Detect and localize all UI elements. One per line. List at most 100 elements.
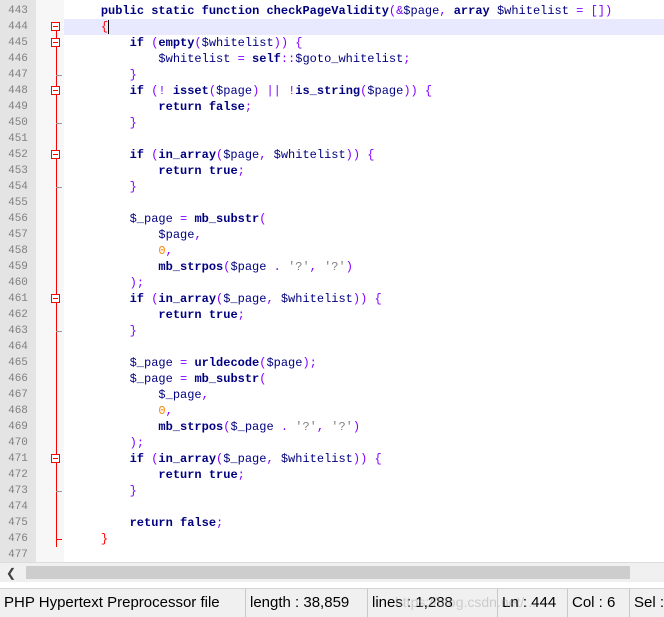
code-line[interactable]: 468 0, [0,403,664,419]
code-text-area[interactable] [64,195,664,211]
code-line[interactable]: 469 mb_strpos($_page . '?', '?') [0,419,664,435]
code-line[interactable]: 474 [0,499,664,515]
code-text-area[interactable]: } [64,115,664,131]
code-line[interactable]: 450 } [0,115,664,131]
code-line[interactable]: 472 return true; [0,467,664,483]
code-line[interactable]: 448 if (! isset($page) || !is_string($pa… [0,83,664,99]
fold-marker[interactable] [36,83,64,99]
code-line[interactable]: 473 } [0,483,664,499]
code-line[interactable]: 467 $_page, [0,387,664,403]
code-line[interactable]: 446 $whitelist = self::$goto_whitelist; [0,51,664,67]
code-text-area[interactable]: return true; [64,467,664,483]
fold-toggle-icon[interactable] [51,454,60,463]
code-line[interactable]: 445 if (empty($whitelist)) { [0,35,664,51]
code-line[interactable]: 462 return true; [0,307,664,323]
code-text-area[interactable]: ); [64,275,664,291]
horizontal-scrollbar[interactable]: ❮ [0,562,664,582]
code-text-area[interactable] [64,547,664,562]
code-text-area[interactable] [64,131,664,147]
code-editor[interactable]: 443 public static function checkPageVali… [0,0,664,562]
code-text-area[interactable]: $_page = urldecode($page); [64,355,664,371]
fold-toggle-icon[interactable] [51,294,60,303]
code-text-area[interactable]: $whitelist = self::$goto_whitelist; [64,51,664,67]
line-number: 458 [8,245,28,257]
fold-marker[interactable] [36,291,64,307]
code-text-area[interactable]: { [64,19,664,35]
line-number: 471 [8,453,28,465]
fold-marker[interactable] [36,451,64,467]
code-text: } [129,180,137,194]
fold-marker[interactable] [36,35,64,51]
code-line[interactable]: 451 [0,131,664,147]
code-line[interactable]: 459 mb_strpos($page . '?', '?') [0,259,664,275]
code-text-area[interactable]: mb_strpos($page . '?', '?') [64,259,664,275]
code-text: ); [129,436,145,450]
code-line[interactable]: 465 $_page = urldecode($page); [0,355,664,371]
code-text-area[interactable]: return true; [64,163,664,179]
code-line[interactable]: 470 ); [0,435,664,451]
code-line[interactable]: 463 } [0,323,664,339]
fold-toggle-icon[interactable] [51,150,60,159]
code-text-area[interactable] [64,339,664,355]
code-line[interactable]: 477 [0,547,664,562]
fold-toggle-icon[interactable] [51,22,60,31]
code-text-area[interactable]: if (in_array($page, $whitelist)) { [64,147,664,163]
fold-marker [36,403,64,419]
code-line[interactable]: 461 if (in_array($_page, $whitelist)) { [0,291,664,307]
code-text-area[interactable]: $_page = mb_substr( [64,371,664,387]
code-line[interactable]: 457 $page, [0,227,664,243]
code-text-area[interactable]: } [64,483,664,499]
code-text-area[interactable]: return true; [64,307,664,323]
fold-toggle-icon[interactable] [51,38,60,47]
code-line[interactable]: 456 $_page = mb_substr( [0,211,664,227]
code-line[interactable]: 449 return false; [0,99,664,115]
code-text-area[interactable]: if (! isset($page) || !is_string($page))… [64,83,664,99]
code-text-area[interactable]: ); [64,435,664,451]
code-text: if (in_array($page, $whitelist)) { [129,148,375,162]
code-text: if (in_array($_page, $whitelist)) { [129,452,382,466]
code-text-area[interactable]: if (in_array($_page, $whitelist)) { [64,451,664,467]
code-text-area[interactable]: 0, [64,243,664,259]
scrollbar-thumb[interactable] [26,566,630,579]
code-text: mb_strpos($page . '?', '?') [158,260,353,274]
code-line[interactable]: 452 if (in_array($page, $whitelist)) { [0,147,664,163]
code-text-area[interactable]: mb_strpos($_page . '?', '?') [64,419,664,435]
fold-marker [36,515,64,531]
code-line[interactable]: 455 [0,195,664,211]
fold-marker[interactable] [36,19,64,35]
code-text-area[interactable]: } [64,67,664,83]
code-text-area[interactable]: $page, [64,227,664,243]
chevron-left-icon[interactable]: ❮ [4,565,18,581]
code-text-area[interactable] [64,499,664,515]
code-text: } [100,532,109,546]
code-line[interactable]: 476 } [0,531,664,547]
fold-marker[interactable] [36,147,64,163]
code-text-area[interactable]: } [64,179,664,195]
code-line[interactable]: 453 return true; [0,163,664,179]
code-line[interactable]: 471 if (in_array($_page, $whitelist)) { [0,451,664,467]
line-number: 444 [8,21,28,33]
line-number: 466 [8,373,28,385]
code-line[interactable]: 447 } [0,67,664,83]
code-text-area[interactable]: if (empty($whitelist)) { [64,35,664,51]
code-text-area[interactable]: 0, [64,403,664,419]
code-line[interactable]: 475 return false; [0,515,664,531]
code-line[interactable]: 458 0, [0,243,664,259]
fold-toggle-icon[interactable] [51,86,60,95]
code-line[interactable]: 443 public static function checkPageVali… [0,3,664,19]
code-text-area[interactable]: $_page = mb_substr( [64,211,664,227]
code-line[interactable]: 466 $_page = mb_substr( [0,371,664,387]
code-text-area[interactable]: } [64,531,664,547]
code-line[interactable]: 444 { [0,19,664,35]
code-text-area[interactable]: return false; [64,515,664,531]
code-text-area[interactable]: $_page, [64,387,664,403]
code-text-area[interactable]: public static function checkPageValidity… [64,3,664,19]
line-number: 451 [8,133,28,145]
code-text-area[interactable]: } [64,323,664,339]
code-text: ); [129,276,145,290]
code-line[interactable]: 460 ); [0,275,664,291]
code-text-area[interactable]: if (in_array($_page, $whitelist)) { [64,291,664,307]
code-line[interactable]: 464 [0,339,664,355]
code-text-area[interactable]: return false; [64,99,664,115]
code-line[interactable]: 454 } [0,179,664,195]
